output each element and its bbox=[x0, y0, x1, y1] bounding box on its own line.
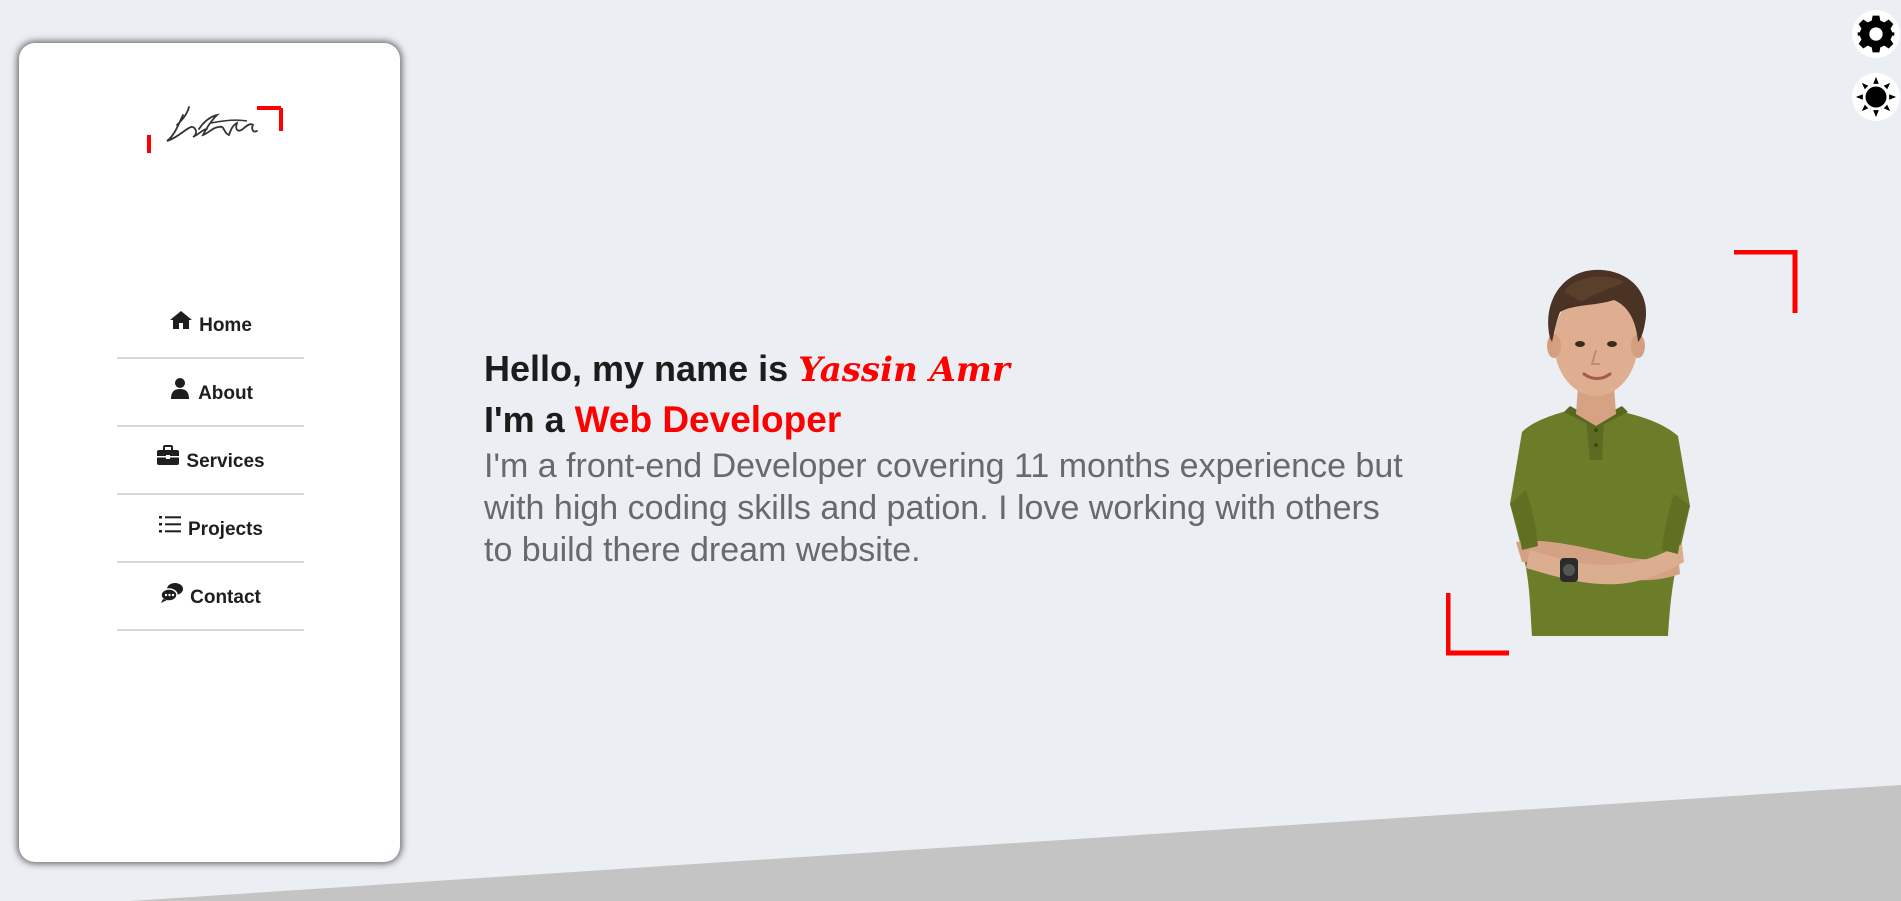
profile-photo bbox=[1445, 249, 1799, 657]
greeting-heading: Hello, my name is Yassin Amr bbox=[484, 344, 1414, 395]
greeting-text: Hello, my name is bbox=[484, 348, 799, 389]
list-icon bbox=[158, 512, 182, 536]
nav-item-label: Home bbox=[199, 315, 252, 336]
nav-menu: Home About Services Projects Contact bbox=[117, 291, 304, 631]
sun-icon bbox=[1855, 76, 1897, 118]
settings-button[interactable] bbox=[1852, 10, 1900, 58]
nav-item-label: About bbox=[198, 383, 253, 404]
user-icon bbox=[168, 376, 192, 400]
home-icon bbox=[169, 308, 193, 332]
chat-icon bbox=[160, 580, 184, 604]
gear-icon bbox=[1857, 15, 1895, 53]
role-prefix: I'm a bbox=[484, 399, 575, 440]
nav-item-home[interactable]: Home bbox=[117, 291, 304, 359]
hero-section: Hello, my name is Yassin Amr I'm a Web D… bbox=[484, 344, 1414, 571]
logo[interactable] bbox=[129, 63, 313, 153]
nav-item-contact[interactable]: Contact bbox=[117, 563, 304, 631]
theme-toggle-button[interactable] bbox=[1852, 73, 1900, 121]
nav-item-label: Contact bbox=[190, 587, 261, 608]
nav-item-label: Services bbox=[186, 451, 265, 472]
role-highlight: Web Developer bbox=[574, 399, 842, 440]
nav-item-about[interactable]: About bbox=[117, 359, 304, 427]
sidebar: Home About Services Projects Contact bbox=[19, 43, 400, 862]
hero-description: I'm a front-end Developer covering 11 mo… bbox=[484, 447, 1403, 569]
nav-item-services[interactable]: Services bbox=[117, 427, 304, 495]
signature-logo-icon bbox=[147, 106, 283, 153]
name-highlight: Yassin Amr bbox=[798, 350, 1010, 390]
nav-item-projects[interactable]: Projects bbox=[117, 495, 304, 563]
briefcase-icon bbox=[156, 444, 180, 468]
role-heading: I'm a Web Developer bbox=[484, 395, 1414, 445]
nav-item-label: Projects bbox=[188, 519, 263, 540]
